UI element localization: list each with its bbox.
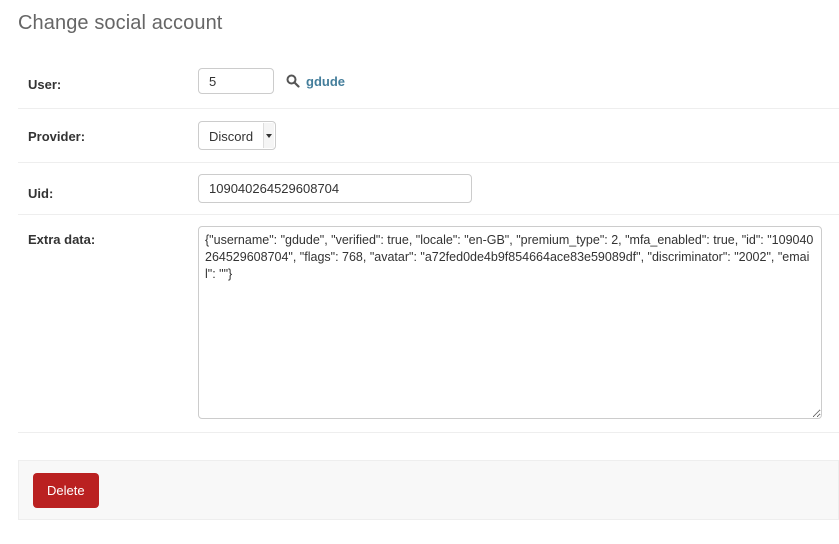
user-id-input[interactable] xyxy=(198,68,274,94)
page-title: Change social account xyxy=(18,12,223,34)
uid-label: Uid: xyxy=(28,186,54,201)
user-label: User: xyxy=(28,77,62,92)
provider-row: Provider: Discord xyxy=(18,109,839,163)
extra-data-row: Extra data: {"username": "gdude", "verif… xyxy=(18,215,839,433)
extra-data-label: Extra data: xyxy=(28,232,96,247)
social-account-form: User: gdude Provider: Discord Uid: Extra… xyxy=(18,58,839,433)
caret-down-icon xyxy=(266,134,272,138)
extra-data-textarea[interactable]: {"username": "gdude", "verified": true, … xyxy=(198,226,822,419)
dropdown-button[interactable] xyxy=(263,123,274,148)
uid-row: Uid: xyxy=(18,163,839,215)
search-icon[interactable] xyxy=(286,74,300,88)
submit-row: Delete xyxy=(18,460,839,520)
uid-input[interactable] xyxy=(198,174,472,203)
provider-label: Provider: xyxy=(28,129,86,144)
user-row: User: gdude xyxy=(18,58,839,109)
delete-button[interactable]: Delete xyxy=(33,473,99,508)
user-lookup-link[interactable]: gdude xyxy=(306,74,345,89)
change-social-account-page: Change social account User: gdude Provid… xyxy=(0,0,839,544)
provider-selected-value: Discord xyxy=(209,129,254,144)
provider-select[interactable]: Discord xyxy=(198,121,276,150)
